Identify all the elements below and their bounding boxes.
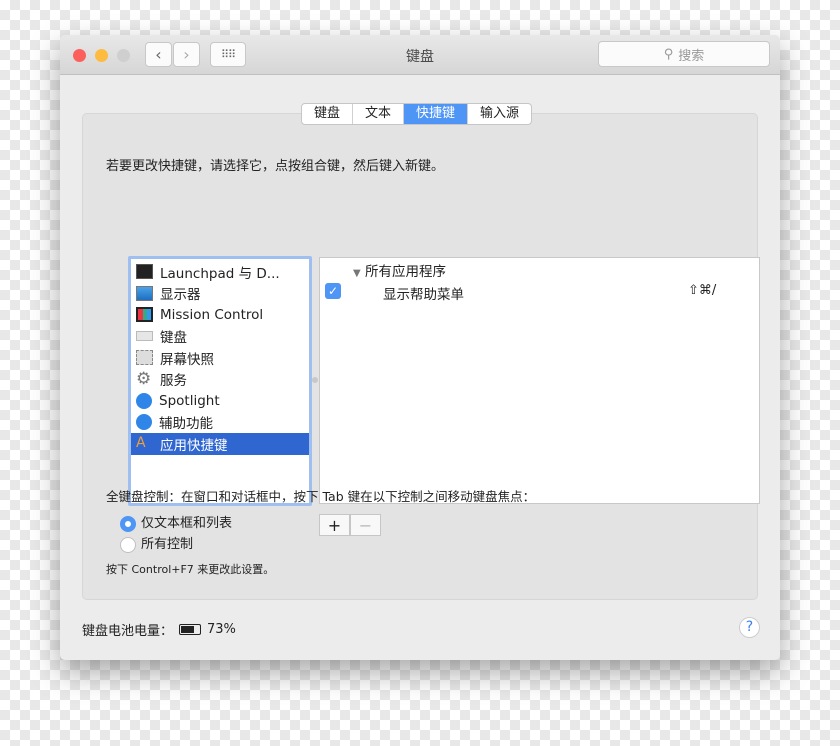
display-icon	[136, 285, 153, 301]
battery-icon	[179, 624, 202, 635]
keyboard-preferences-window: ‹ › ⠿⠿ 键盘 ⚲ 搜索 键盘 文本 快捷键 输入源 若要更改快捷键，请选择它…	[60, 35, 780, 660]
shortcut-checkbox[interactable]: ✓	[325, 283, 341, 299]
list-item[interactable]: 显示器	[131, 283, 309, 305]
hint-text: 按下 Control+F7 来更改此设置。	[106, 563, 275, 576]
list-item-label: 辅助功能	[159, 416, 213, 433]
radio-all-controls[interactable]: 所有控制	[120, 533, 193, 553]
shortcut-keys[interactable]: ⇧⌘/	[688, 283, 716, 298]
group-row[interactable]: ▼ 所有应用程序	[353, 260, 446, 280]
search-field[interactable]: ⚲ 搜索	[598, 41, 770, 67]
radio-text-boxes[interactable]: 仅文本框和列表	[120, 512, 232, 532]
list-item[interactable]: 辅助功能	[131, 412, 309, 434]
shortcut-label: 显示帮助菜单	[383, 287, 464, 303]
instruction-text: 若要更改快捷键，请选择它，点按组合键，然后键入新键。	[106, 159, 445, 174]
radio-selected-icon[interactable]	[120, 515, 136, 532]
help-button[interactable]: ?	[739, 617, 760, 638]
list-item-label: 键盘	[160, 330, 187, 347]
list-item-selected[interactable]: A 应用快捷键	[131, 433, 309, 455]
keyboard-icon	[136, 331, 153, 342]
list-item-label: Launchpad 与 D...	[160, 265, 280, 282]
group-label: 所有应用程序	[365, 264, 446, 280]
title-bar: ‹ › ⠿⠿ 键盘 ⚲ 搜索	[60, 35, 780, 75]
tab-text[interactable]: 文本	[353, 104, 405, 124]
tab-input-sources[interactable]: 输入源	[468, 104, 531, 124]
battery-label: 键盘电池电量：	[82, 624, 174, 639]
category-list[interactable]: Launchpad 与 D... 显示器 Mission Control 键盘 …	[128, 256, 312, 506]
launchpad-icon	[136, 264, 153, 280]
list-item-label: 显示器	[160, 287, 201, 304]
shortcuts-panel: 若要更改快捷键，请选择它，点按组合键，然后键入新键。 Launchpad 与 D…	[82, 113, 760, 600]
split-handle[interactable]	[312, 377, 318, 383]
radio-unselected-icon[interactable]	[120, 536, 136, 553]
list-item-label: 服务	[160, 373, 187, 390]
list-item[interactable]: 键盘	[131, 326, 309, 348]
list-item[interactable]: 屏幕快照	[131, 347, 309, 369]
search-placeholder: 搜索	[678, 48, 705, 64]
list-item-label: 应用快捷键	[160, 437, 228, 454]
tab-bar: 键盘 文本 快捷键 输入源	[301, 103, 533, 125]
accessibility-icon	[136, 414, 152, 431]
list-item-label: Spotlight	[159, 392, 220, 409]
list-item-label: 屏幕快照	[160, 351, 214, 368]
radio-label: 仅文本框和列表	[141, 516, 233, 531]
list-item[interactable]: Mission Control	[131, 304, 309, 326]
list-item[interactable]: Spotlight	[131, 390, 309, 412]
shortcuts-table[interactable]: ▼ 所有应用程序 ✓ 显示帮助菜单 ⇧⌘/	[319, 257, 760, 504]
radio-label: 所有控制	[141, 537, 194, 552]
add-button[interactable]: +	[319, 514, 350, 536]
disclosure-triangle-icon[interactable]: ▼	[353, 268, 361, 279]
tab-keyboard[interactable]: 键盘	[302, 104, 354, 124]
list-item[interactable]: Launchpad 与 D...	[131, 261, 309, 283]
battery-value: 73%	[207, 622, 236, 637]
spotlight-icon	[136, 392, 152, 409]
remove-button[interactable]: −	[350, 514, 381, 536]
screenshot-icon	[136, 350, 153, 366]
app-shortcuts-icon: A	[136, 435, 146, 452]
battery-status: 键盘电池电量： 73%	[82, 620, 236, 639]
full-keyboard-label: 全键盘控制：在窗口和对话框中，按下 Tab 键在以下控制之间移动键盘焦点：	[106, 489, 536, 504]
search-icon: ⚲	[663, 46, 674, 62]
list-item[interactable]: ⚙ 服务	[131, 369, 309, 391]
list-item-label: Mission Control	[160, 306, 264, 323]
mission-control-icon	[136, 307, 153, 323]
tab-shortcuts[interactable]: 快捷键	[404, 104, 469, 124]
gear-icon: ⚙	[136, 368, 152, 389]
